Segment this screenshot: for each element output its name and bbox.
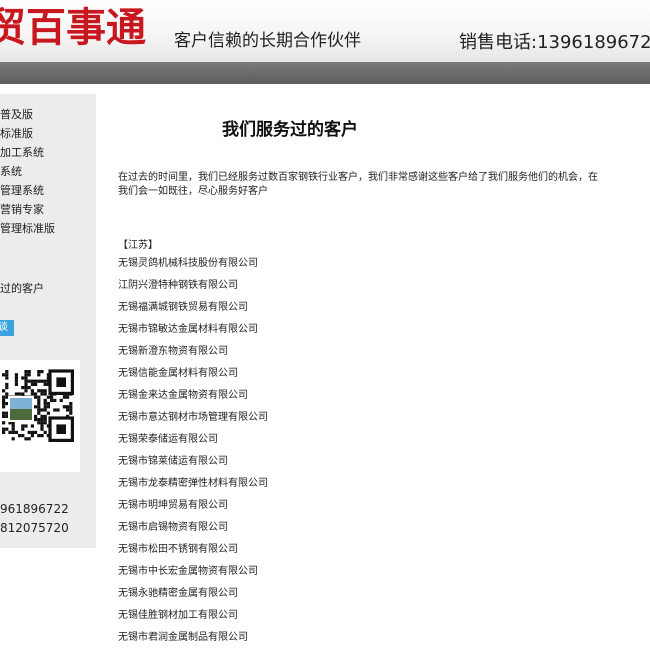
client-item: 无锡市中长宏金属物资有限公司 — [118, 566, 258, 577]
client-item: 江阴兴澄特种钢铁有限公司 — [118, 280, 238, 291]
region-heading: 【江苏】 — [118, 240, 158, 251]
sidebar-item-standard[interactable]: 标准版 — [0, 125, 33, 141]
sidebar-item-basic[interactable]: 普及版 — [0, 106, 33, 122]
sidebar-item-system[interactable]: 系统 — [0, 163, 22, 179]
qr-code — [0, 360, 80, 472]
sidebar-phone-2: 812075720 — [0, 521, 69, 535]
consult-button-label: 谈 — [0, 322, 8, 333]
client-item: 无锡灵鸽机械科技股份有限公司 — [118, 258, 258, 269]
nav-bar — [0, 62, 650, 84]
sidebar-item-processing[interactable]: 加工系统 — [0, 144, 44, 160]
intro-line-1: 在过去的时间里，我们已经服务过数百家钢铁行业客户，我们非常感谢这些客户给了我们服… — [118, 172, 598, 183]
site-logo[interactable]: 贸百事通 — [0, 6, 146, 50]
sidebar-item-clients[interactable]: 过的客户 — [0, 280, 44, 296]
client-list: 无锡灵鸽机械科技股份有限公司 江阴兴澄特种钢铁有限公司 无锡福满城钢铁贸易有限公司无… — [118, 255, 268, 651]
client-item: 无锡市松田不锈钢有限公司 — [118, 544, 238, 555]
intro-text: 在过去的时间里，我们已经服务过数百家钢铁行业客户，我们非常感谢这些客户给了我们服… — [118, 171, 650, 199]
sidebar-item-marketing[interactable]: 营销专家 — [0, 201, 44, 217]
client-item: 无锡金来达金属物资有限公司 — [118, 390, 248, 401]
site-header: 贸百事通 客户信赖的长期合作伙伴 销售电话:13961896722 — [0, 0, 650, 62]
client-item: 无锡市锦敏达金属材料有限公司 — [118, 324, 258, 335]
client-item: 无锡市锦莱储运有限公司 — [118, 456, 228, 467]
client-item: 无锡市君润金属制品有限公司 — [118, 632, 248, 643]
client-item: 无锡市意达钢材市场管理有限公司 — [118, 412, 268, 423]
sales-phone: 销售电话:13961896722 — [459, 32, 650, 53]
client-item: 无锡福满城钢铁贸易有限公司 — [118, 302, 248, 313]
sidebar-item-management[interactable]: 管理系统 — [0, 182, 44, 198]
sidebar-phone-1: 961896722 — [0, 502, 69, 516]
consult-button[interactable]: 谈 — [0, 320, 14, 336]
sidebar: 普及版 标准版 加工系统 系统 管理系统 营销专家 管理标准版 过的客户 谈 9… — [0, 94, 96, 548]
client-item: 无锡信能金属材料有限公司 — [118, 368, 238, 379]
intro-line-2: 我们会一如既往，尽心服务好客户 — [118, 186, 268, 197]
client-item: 无锡佳胜钢材加工有限公司 — [118, 610, 238, 621]
client-item: 无锡永驰精密金属有限公司 — [118, 588, 238, 599]
site-slogan: 客户信赖的长期合作伙伴 — [174, 31, 361, 51]
client-item: 无锡新澄东物资有限公司 — [118, 346, 228, 357]
client-item: 无锡市明坤贸易有限公司 — [118, 500, 228, 511]
client-item: 无锡市龙泰精密弹性材料有限公司 — [118, 478, 268, 489]
sidebar-item-management-standard[interactable]: 管理标准版 — [0, 220, 55, 236]
client-item: 无锡市启锡物资有限公司 — [118, 522, 228, 533]
page-title: 我们服务过的客户 — [222, 120, 358, 140]
client-item: 无锡荣泰储运有限公司 — [118, 434, 218, 445]
